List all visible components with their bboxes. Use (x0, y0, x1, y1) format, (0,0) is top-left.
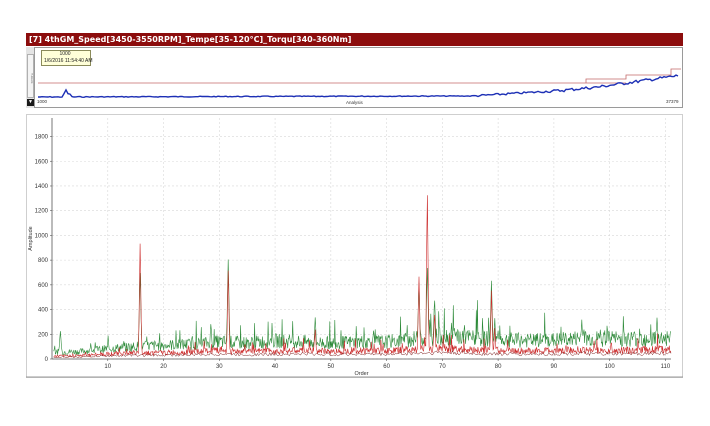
x-tick-label: 50 (327, 364, 334, 370)
x-tick-label: 80 (495, 364, 502, 370)
x-tick-label: 100 (605, 364, 616, 370)
y-tick-label: 400 (38, 308, 49, 314)
y-tick-label: 1000 (35, 233, 49, 239)
x-tick-label: 60 (383, 364, 390, 370)
trend-panel[interactable] (26, 47, 683, 108)
x-tick-label: 30 (216, 364, 223, 370)
trend-chart[interactable] (26, 47, 683, 108)
spectrum-chart[interactable]: 02004006008001000120014001600180010 20 30 4… (26, 114, 683, 378)
y-tick-label: 1600 (35, 159, 49, 165)
y-tick-label: 1800 (35, 135, 49, 141)
tooltip-value: 1000 (59, 51, 71, 57)
x-tick-label: 40 (272, 364, 279, 370)
y-tick-label: 1400 (35, 184, 49, 190)
trend-x-start: 1000 (37, 99, 48, 104)
y-tick-label: 600 (38, 283, 49, 289)
scroll-down-icon[interactable]: ▼ (27, 99, 34, 106)
x-tick-label: 70 (439, 364, 446, 370)
trend-x-end: 37379 (666, 99, 679, 104)
window-title: [7] 4thGM_Speed[3450-3550RPM]_Tempe[35-1… (29, 35, 352, 44)
x-tick-label: 20 (160, 364, 167, 370)
trend-x-label: Analysis (346, 100, 363, 105)
window-title-bar: [7] 4thGM_Speed[3450-3550RPM]_Tempe[35-1… (26, 33, 683, 46)
y-tick-label: 1200 (35, 209, 49, 215)
x-tick-label: 90 (551, 364, 558, 370)
y-tick-label: 200 (38, 332, 49, 338)
trend-series-line (38, 74, 679, 99)
x-tick-label: 110 (661, 364, 671, 370)
x-tick-label: 10 (104, 364, 111, 370)
x-axis-label: Order (354, 371, 368, 377)
y-axis-label: Amplitude (28, 226, 34, 250)
y-tick-label: 800 (38, 258, 49, 264)
trend-scroll-label: Y-Zoom (30, 72, 34, 84)
trend-limit-step (585, 68, 681, 83)
spectrum-chart-panel: 0 200 400 600 800 1000 1200 1400 1600 1800 10 20 30 4… (26, 114, 683, 378)
tooltip-time: 1/6/2016 11:54:40 AM (44, 58, 93, 64)
trend-tooltip: 1000 1/6/2016 11:54:40 AM (41, 50, 93, 66)
